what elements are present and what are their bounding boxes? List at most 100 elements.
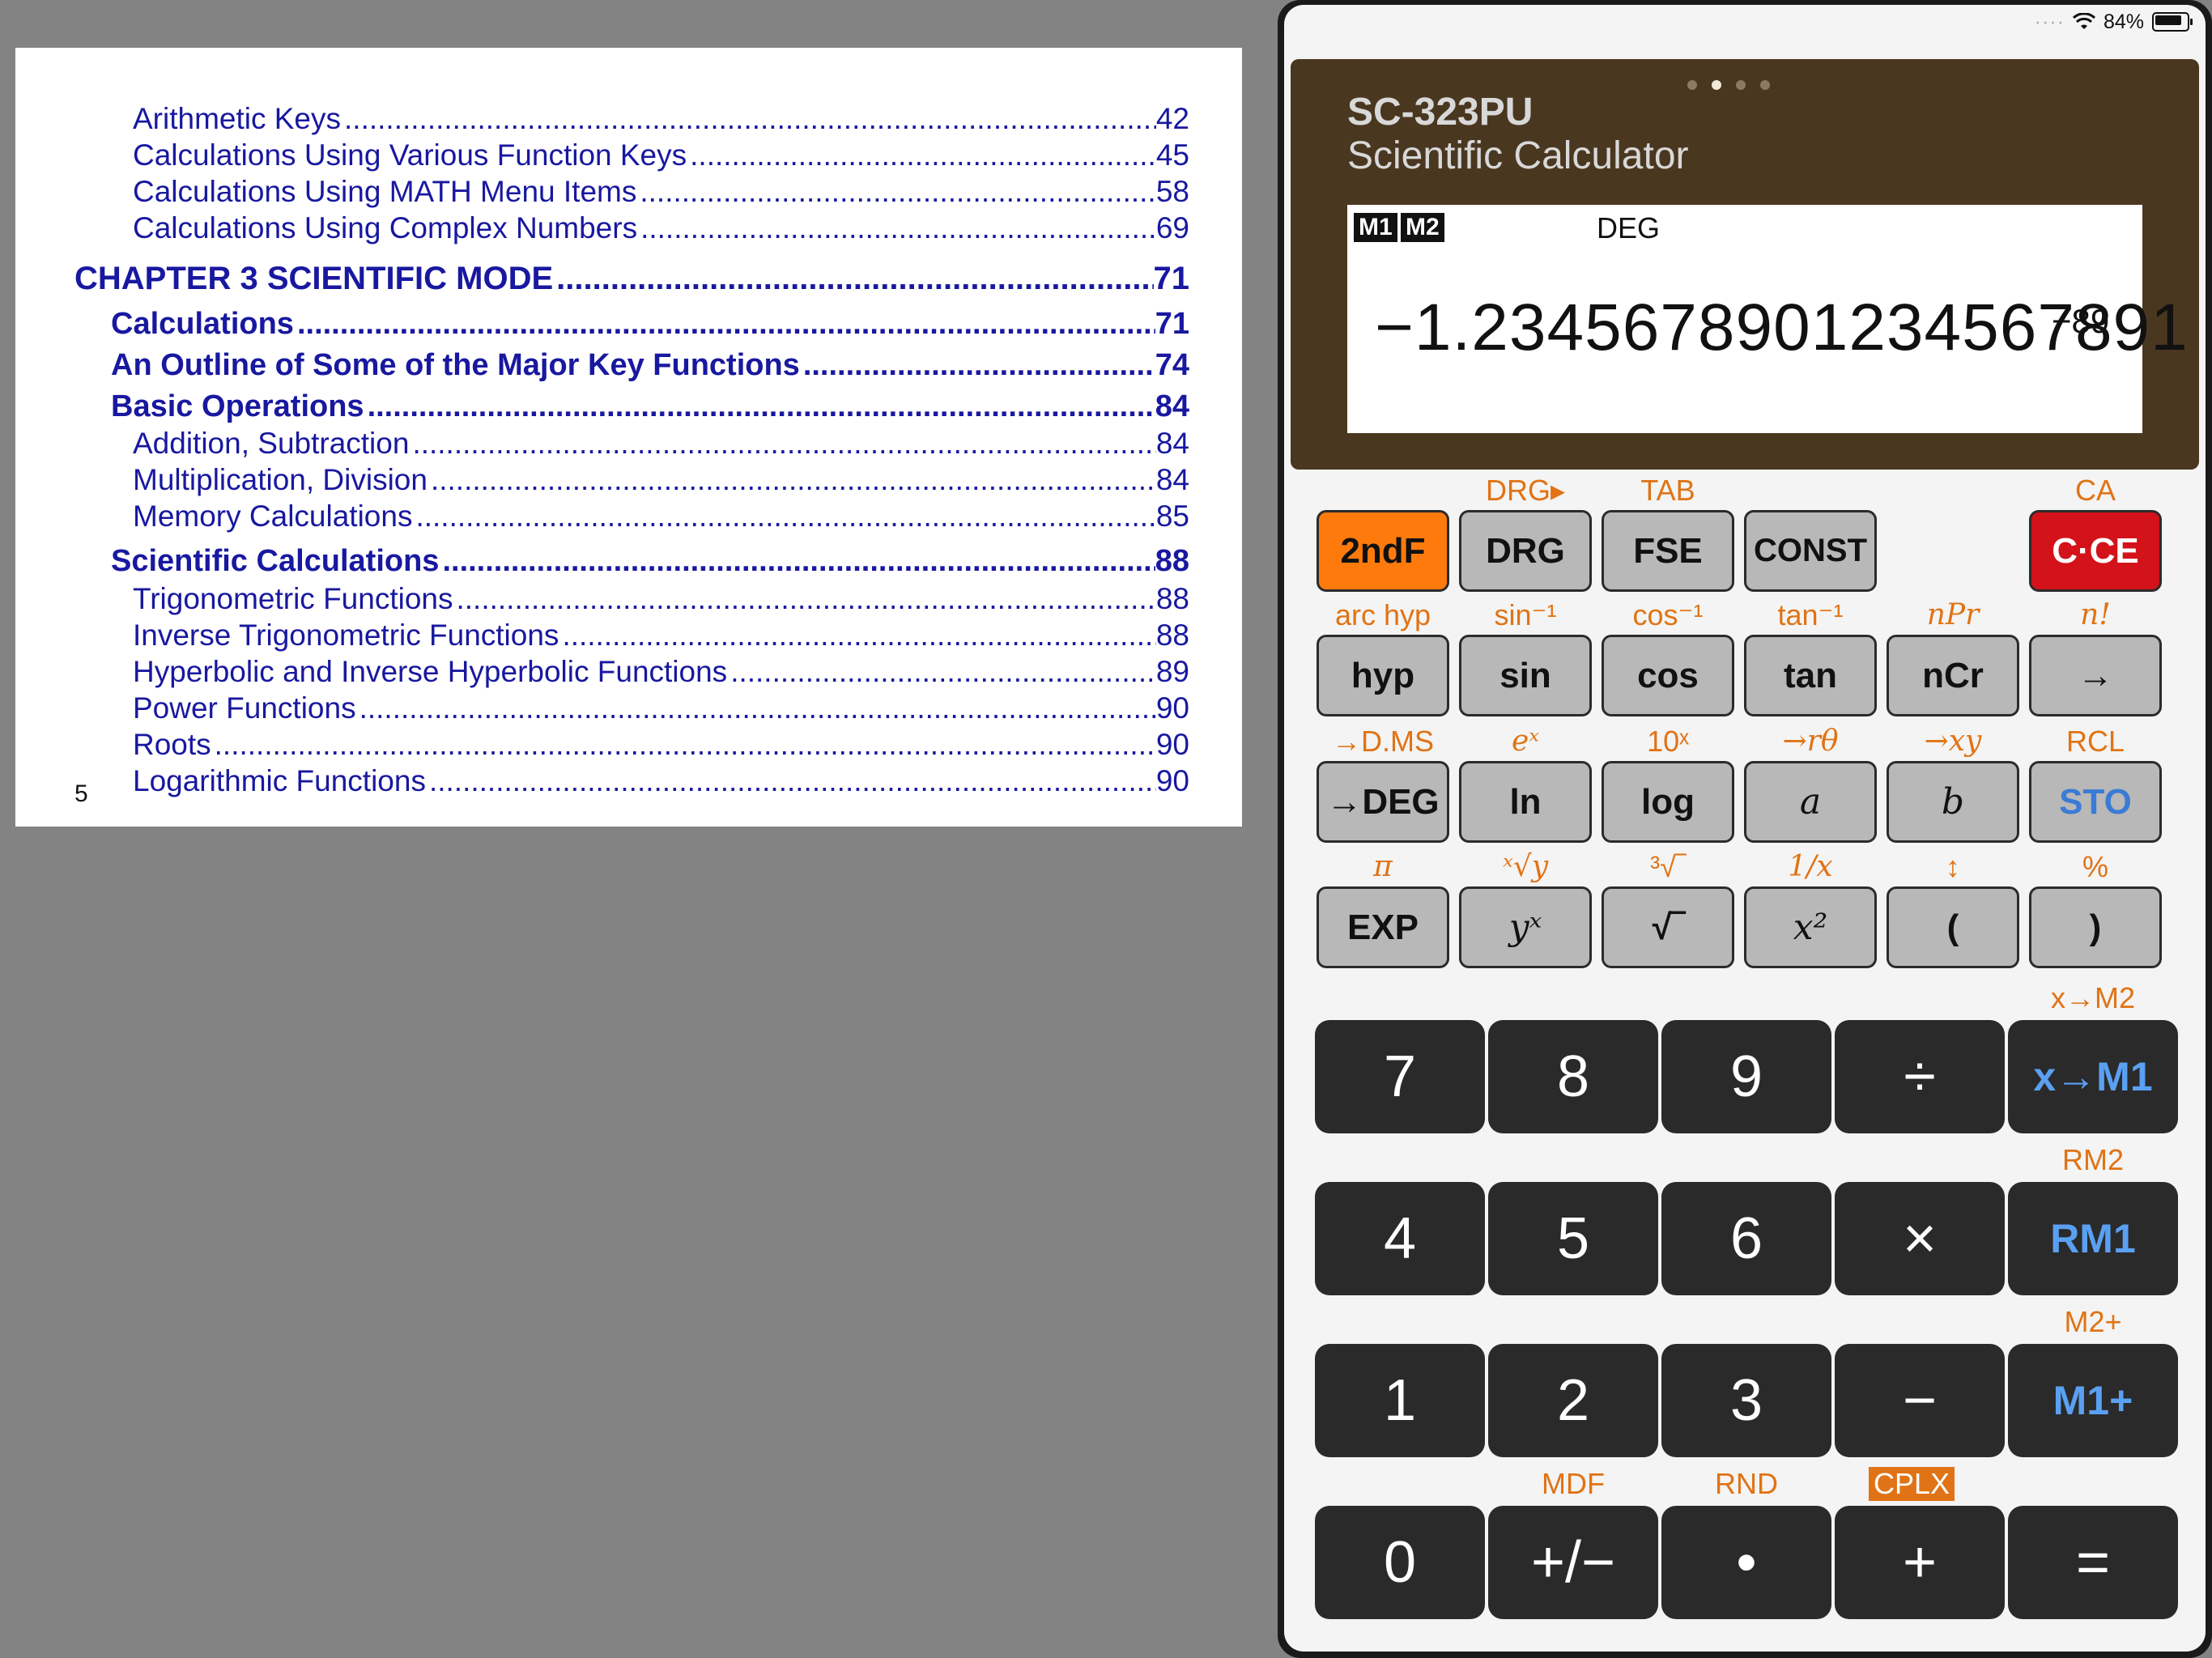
2-key[interactable]: 2 bbox=[1488, 1344, 1658, 1457]
key-key[interactable]: ÷ bbox=[1835, 1020, 2005, 1133]
toc-entry[interactable]: Power Functions 90 bbox=[133, 691, 1189, 729]
page-dot[interactable] bbox=[1687, 80, 1697, 90]
toc-entry-page: 42 bbox=[1155, 102, 1189, 135]
toc-leader-dots bbox=[640, 211, 1156, 245]
key-key[interactable]: → bbox=[2029, 635, 2162, 716]
m1-key[interactable]: M1+ bbox=[2008, 1344, 2178, 1457]
1-key[interactable]: 1 bbox=[1315, 1344, 1485, 1457]
key-key[interactable]: − bbox=[1835, 1344, 2005, 1457]
key-key[interactable]: = bbox=[2008, 1506, 2178, 1619]
toc-entry[interactable]: Logarithmic Functions 90 bbox=[133, 764, 1189, 801]
second-function-label: x→M2 bbox=[2050, 981, 2135, 1014]
toc-entry[interactable]: Calculations Using Complex Numbers 69 bbox=[133, 211, 1189, 249]
toc-leader-dots bbox=[730, 655, 1156, 689]
toc-entry-title: Multiplication, Division bbox=[133, 463, 428, 496]
toc-entry-title: Arithmetic Keys bbox=[133, 102, 342, 135]
toc-entry-page: 74 bbox=[1155, 348, 1189, 382]
key-key[interactable]: • bbox=[1661, 1506, 1831, 1619]
sin-key[interactable]: sin bbox=[1459, 635, 1592, 716]
key-key[interactable]: √‾ bbox=[1602, 886, 1734, 968]
second-function-label: RND bbox=[1715, 1467, 1778, 1500]
battery-icon bbox=[2152, 12, 2193, 32]
toc-leader-dots bbox=[359, 691, 1156, 725]
c-ce-key[interactable]: C·CE bbox=[2029, 510, 2162, 592]
page-dot[interactable] bbox=[1760, 80, 1770, 90]
toc-entry[interactable]: Hyperbolic and Inverse Hyperbolic Functi… bbox=[133, 655, 1189, 692]
toc-entry-page: 71 bbox=[1155, 307, 1189, 341]
4-key[interactable]: 4 bbox=[1315, 1182, 1485, 1295]
x-key[interactable]: x² bbox=[1744, 886, 1877, 968]
key-key[interactable]: ) bbox=[2029, 886, 2162, 968]
toc-entry[interactable]: Memory Calculations 85 bbox=[133, 500, 1189, 537]
0-key[interactable]: 0 bbox=[1315, 1506, 1485, 1619]
toc-entry[interactable]: Basic Operations 84 bbox=[111, 389, 1189, 427]
toc-entry-page: 84 bbox=[1155, 427, 1189, 460]
toc-entry-page: 84 bbox=[1155, 463, 1189, 496]
toc-entry[interactable]: Trigonometric Functions 88 bbox=[133, 582, 1189, 619]
a-key[interactable]: a bbox=[1744, 761, 1877, 843]
5-key[interactable]: 5 bbox=[1488, 1182, 1658, 1295]
sto-key[interactable]: STO bbox=[2029, 761, 2162, 843]
ln-key[interactable]: ln bbox=[1459, 761, 1592, 843]
tan-key[interactable]: tan bbox=[1744, 635, 1877, 716]
7-key[interactable]: 7 bbox=[1315, 1020, 1485, 1133]
hyp-key[interactable]: hyp bbox=[1317, 635, 1449, 716]
toc-entry[interactable]: CHAPTER 3 SCIENTIFIC MODE 71 bbox=[74, 261, 1189, 298]
toc-entry[interactable]: Roots 90 bbox=[133, 728, 1189, 765]
page-dot[interactable] bbox=[1736, 80, 1746, 90]
cos-key[interactable]: cos bbox=[1602, 635, 1734, 716]
6-key[interactable]: 6 bbox=[1661, 1182, 1831, 1295]
toc-entry[interactable]: Addition, Subtraction 84 bbox=[133, 427, 1189, 464]
ncr-key[interactable]: nCr bbox=[1887, 635, 2019, 716]
8-key[interactable]: 8 bbox=[1488, 1020, 1658, 1133]
key-key[interactable]: × bbox=[1835, 1182, 2005, 1295]
toc-leader-dots bbox=[415, 500, 1155, 534]
toc-entry-page: 88 bbox=[1155, 619, 1189, 652]
3-key[interactable]: 3 bbox=[1661, 1344, 1831, 1457]
second-function-label: ↕ bbox=[1946, 850, 1960, 883]
toc-entry-page: 88 bbox=[1155, 582, 1189, 615]
toc-entry-title: CHAPTER 3 SCIENTIFIC MODE bbox=[74, 261, 554, 296]
second-function-label: tan⁻¹ bbox=[1777, 598, 1844, 631]
toc-entry[interactable]: Calculations Using Various Function Keys… bbox=[133, 138, 1189, 176]
toc-entry-title: Calculations Using Complex Numbers bbox=[133, 211, 638, 244]
toc-entry[interactable]: Inverse Trigonometric Functions 88 bbox=[133, 619, 1189, 656]
second-function-label: 1/x bbox=[1788, 850, 1833, 883]
y-key[interactable]: yˣ bbox=[1459, 886, 1592, 968]
toc-entry[interactable]: Scientific Calculations 88 bbox=[111, 544, 1189, 581]
toc-entry-title: Calculations Using Various Function Keys bbox=[133, 138, 687, 172]
deg-key[interactable]: →DEG bbox=[1317, 761, 1449, 843]
b-key[interactable]: b bbox=[1887, 761, 2019, 843]
toc-entry[interactable]: Calculations 71 bbox=[111, 307, 1189, 344]
toc-entry-title: Roots bbox=[133, 728, 211, 761]
exp-key[interactable]: EXP bbox=[1317, 886, 1449, 968]
key-key[interactable]: + bbox=[1835, 1506, 2005, 1619]
signal-dots-icon: ···· bbox=[2034, 10, 2065, 33]
toc-leader-dots bbox=[297, 307, 1155, 342]
log-key[interactable]: log bbox=[1602, 761, 1734, 843]
page-dot[interactable] bbox=[1712, 80, 1721, 90]
drg-key[interactable]: DRG bbox=[1459, 510, 1592, 592]
toc-leader-dots bbox=[431, 463, 1156, 497]
key-key[interactable]: +/− bbox=[1488, 1506, 1658, 1619]
second-function-label: sin⁻¹ bbox=[1494, 598, 1557, 631]
fse-key[interactable]: FSE bbox=[1602, 510, 1734, 592]
9-key[interactable]: 9 bbox=[1661, 1020, 1831, 1133]
toc-leader-dots bbox=[803, 348, 1155, 383]
2ndf-key[interactable]: 2ndF bbox=[1317, 510, 1449, 592]
model-name: SC-323PU bbox=[1347, 91, 1534, 134]
toc-entry[interactable]: An Outline of Some of the Major Key Func… bbox=[111, 348, 1189, 385]
toc-entry[interactable]: Multiplication, Division 84 bbox=[133, 463, 1189, 500]
const-key[interactable]: CONST bbox=[1744, 510, 1877, 592]
toc-leader-dots bbox=[442, 544, 1155, 579]
page-indicator[interactable] bbox=[1687, 80, 1770, 90]
document-page: Arithmetic Keys42Calculations Using Vari… bbox=[15, 48, 1242, 827]
second-function-label: →rθ bbox=[1782, 725, 1839, 758]
toc-entry[interactable]: Arithmetic Keys 42 bbox=[133, 102, 1189, 139]
toc-entry[interactable]: Calculations Using MATH Menu Items 58 bbox=[133, 175, 1189, 212]
second-function-label: →xy bbox=[1924, 725, 1982, 758]
toc-entry-page: 58 bbox=[1155, 175, 1189, 208]
rm1-key[interactable]: RM1 bbox=[2008, 1182, 2178, 1295]
key-key[interactable]: ( bbox=[1887, 886, 2019, 968]
x-m1-key[interactable]: x→M1 bbox=[2008, 1020, 2178, 1133]
